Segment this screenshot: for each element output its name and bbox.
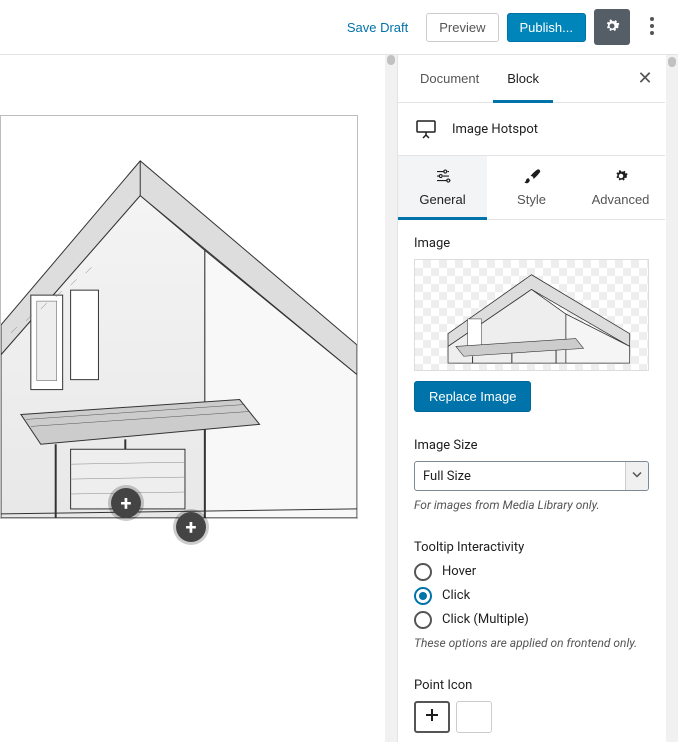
tooltip-radio-click[interactable]: Click: [414, 587, 649, 605]
save-draft-button[interactable]: Save Draft: [337, 14, 418, 41]
tooltip-radio-hover[interactable]: Hover: [414, 563, 649, 581]
sidebar-tabs: Document Block ✕: [398, 55, 665, 103]
subtab-general[interactable]: General: [398, 156, 487, 219]
house-sketch-image: [1, 116, 357, 518]
kebab-icon: [650, 17, 654, 38]
general-panel: Image Replace Image: [398, 220, 665, 742]
replace-image-button[interactable]: Replace Image: [414, 381, 531, 412]
chevron-down-icon: [632, 469, 642, 484]
tooltip-radio-click-multiple[interactable]: Click (Multiple): [414, 611, 649, 629]
presentation-icon: [414, 117, 438, 141]
subtab-advanced[interactable]: Advanced: [576, 156, 665, 219]
block-subtabs: General Style Advanced: [398, 156, 665, 220]
point-icon-option-plus[interactable]: [414, 701, 450, 733]
hotspot-point[interactable]: +: [111, 488, 141, 518]
subtab-label: Style: [517, 192, 546, 207]
plus-icon: +: [121, 491, 132, 515]
canvas-shade: [0, 632, 397, 742]
hotspot-point[interactable]: +: [176, 512, 206, 542]
tab-block[interactable]: Block: [493, 55, 553, 102]
publish-button[interactable]: Publish...: [507, 13, 586, 42]
point-icon-option[interactable]: [456, 701, 492, 733]
image-size-hint: For images from Media Library only.: [414, 497, 649, 514]
tab-document[interactable]: Document: [406, 55, 493, 102]
editor-canvas[interactable]: + +: [0, 55, 397, 742]
more-menu-button[interactable]: [638, 9, 666, 45]
subtab-style[interactable]: Style: [487, 156, 576, 219]
image-size-value: Full Size: [423, 469, 471, 484]
tooltip-hint: These options are applied on frontend on…: [414, 635, 649, 652]
image-label: Image: [414, 236, 649, 251]
gear-icon: [602, 16, 622, 39]
block-header: Image Hotspot: [398, 103, 665, 156]
subtab-label: Advanced: [592, 192, 650, 207]
image-size-label: Image Size: [414, 438, 649, 453]
radio-label: Hover: [442, 564, 476, 579]
gear-icon: [611, 166, 631, 186]
editor-topbar: Save Draft Preview Publish...: [0, 0, 678, 55]
settings-toggle-button[interactable]: [594, 9, 630, 45]
subtab-label: General: [419, 192, 465, 207]
point-icon-label: Point Icon: [414, 678, 649, 693]
tooltip-label: Tooltip Interactivity: [414, 540, 649, 555]
radio-label: Click: [442, 588, 470, 603]
sliders-icon: [433, 166, 453, 186]
house-thumbnail-image: [415, 260, 648, 370]
close-icon: ✕: [637, 68, 652, 88]
radio-icon: [414, 563, 432, 581]
image-thumbnail[interactable]: [414, 259, 649, 371]
close-sidebar-button[interactable]: ✕: [625, 55, 665, 103]
image-size-select[interactable]: Full Size: [414, 461, 649, 491]
radio-icon: [414, 587, 432, 605]
plus-icon: [425, 708, 439, 725]
preview-button[interactable]: Preview: [426, 13, 498, 42]
settings-sidebar: Document Block ✕ Image Hotspot General: [397, 55, 678, 742]
radio-icon: [414, 611, 432, 629]
image-hotspot-block[interactable]: + +: [0, 115, 358, 519]
point-icon-picker: [414, 701, 649, 733]
block-name: Image Hotspot: [452, 122, 538, 137]
sidebar-scrollbar[interactable]: [666, 55, 678, 742]
plus-icon: +: [186, 515, 197, 539]
radio-label: Click (Multiple): [442, 612, 529, 627]
canvas-scrollbar[interactable]: [385, 55, 397, 742]
brush-icon: [522, 166, 542, 186]
